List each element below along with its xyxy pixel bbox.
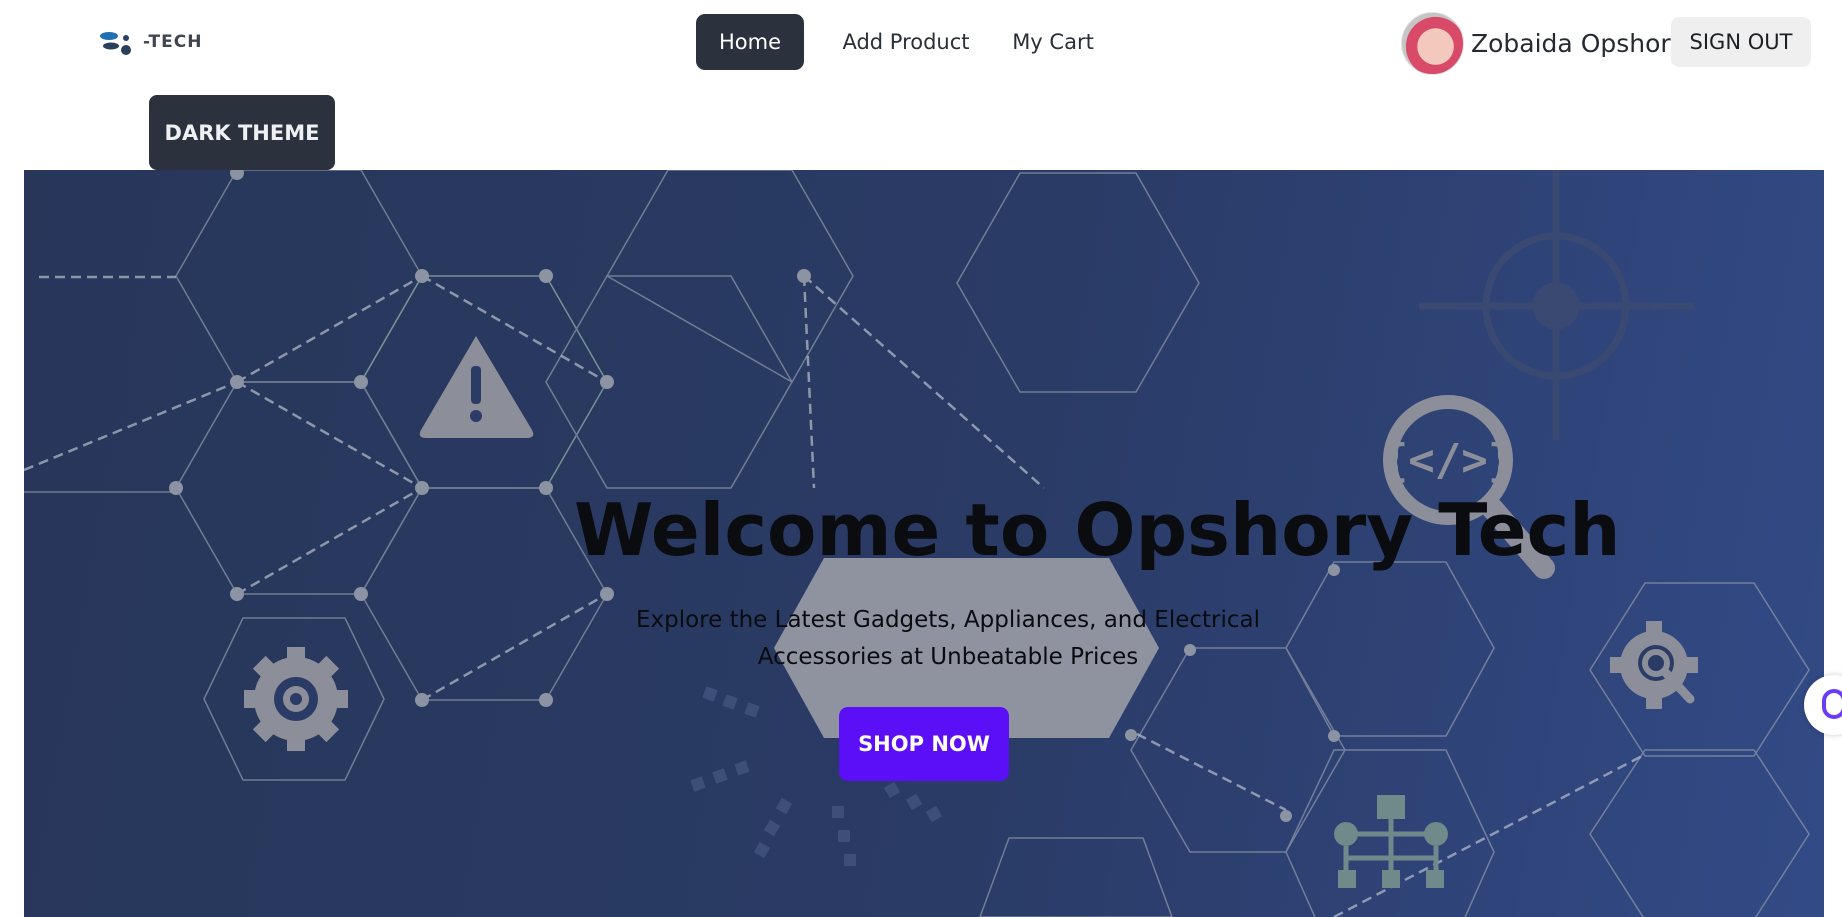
user-name: Zobaida Opshory bbox=[1471, 29, 1686, 58]
user-profile[interactable]: Zobaida Opshory bbox=[1401, 12, 1685, 75]
shop-now-button[interactable]: SHOP NOW bbox=[839, 707, 1009, 781]
hero-banner: {</>} Welcome to Opshory Tech Explore th… bbox=[24, 170, 1824, 917]
hero-title: Welcome to Opshory Tech bbox=[574, 488, 1621, 572]
gear-search-icon bbox=[1610, 621, 1698, 709]
assistant-icon bbox=[1822, 689, 1842, 719]
nav-add-product-link[interactable]: Add Product bbox=[814, 14, 998, 70]
gear-icon bbox=[244, 647, 348, 751]
sign-out-button[interactable]: SIGN OUT bbox=[1671, 17, 1811, 67]
nav-home-link[interactable]: Home bbox=[696, 14, 804, 70]
sitemap-icon bbox=[1334, 795, 1448, 888]
brand-logo-text: -TECH bbox=[143, 32, 203, 52]
nav-my-cart-link[interactable]: My Cart bbox=[1008, 14, 1098, 70]
user-avatar[interactable] bbox=[1401, 12, 1464, 75]
dragonfly-logo-icon bbox=[100, 32, 131, 55]
hero-subtitle: Explore the Latest Gadgets, Appliances, … bbox=[635, 607, 1261, 670]
main-nav: Home Add Product My Cart bbox=[696, 14, 1098, 70]
warning-icon bbox=[419, 336, 534, 438]
brand-logo[interactable]: -TECH bbox=[100, 26, 202, 58]
svg-text:{</>}: {</>} bbox=[1382, 435, 1514, 486]
dark-theme-toggle-button[interactable]: DARK THEME bbox=[149, 95, 335, 170]
